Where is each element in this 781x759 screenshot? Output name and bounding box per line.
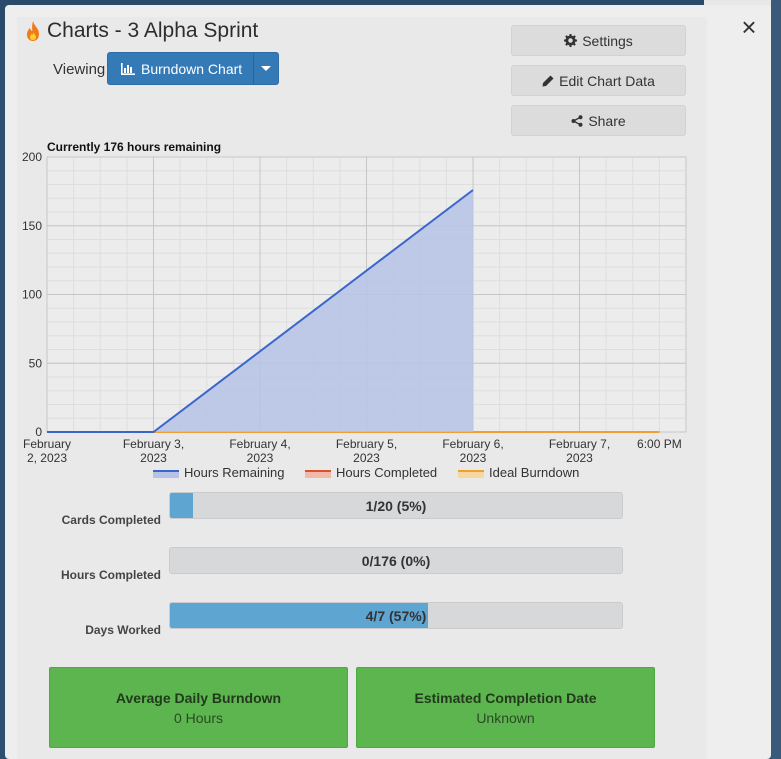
edit-chart-data-label: Edit Chart Data (559, 72, 655, 89)
share-icon (571, 114, 583, 127)
chart-title: Currently 176 hours remaining (47, 140, 221, 154)
app-backdrop-edge (771, 0, 781, 759)
stat-title: Average Daily Burndown (115, 689, 282, 706)
progress-cards-completed: 1/20 (5%) (169, 492, 623, 519)
viewing-label: Viewing (53, 61, 106, 78)
chart-type-button[interactable]: Burndown Chart (108, 53, 253, 84)
x-tick-label: 2023 (140, 451, 167, 465)
x-tick-label: 6:00 PM (637, 437, 682, 451)
edit-chart-data-button[interactable]: Edit Chart Data (511, 65, 686, 96)
chart-type-dropdown[interactable]: Burndown Chart (107, 52, 279, 85)
legend-swatch (305, 471, 331, 478)
x-tick-label: 2023 (566, 451, 593, 465)
x-tick-label: 2023 (353, 451, 380, 465)
modal-title: Charts - 3 Alpha Sprint (25, 16, 258, 46)
progress-days-worked: 4/7 (57%) (169, 602, 623, 629)
progress-text: 4/7 (57%) (365, 607, 427, 624)
x-tick-label: February (23, 437, 71, 451)
legend-label: Hours Completed (336, 465, 437, 480)
progress-hours-completed: 0/176 (0%) (169, 547, 623, 574)
bar-chart-icon (121, 62, 135, 75)
legend-swatch (458, 471, 484, 478)
stat-value: 0 Hours (173, 709, 224, 726)
modal-title-text: Charts - 3 Alpha Sprint (47, 19, 259, 42)
progress-text: 0/176 (0%) (361, 552, 431, 569)
burndown-chart: 050100150200February2, 2023February 3,20… (22, 140, 687, 480)
x-tick-label: February 7, (549, 437, 610, 451)
settings-button[interactable]: Settings (511, 25, 686, 56)
share-label: Share (588, 112, 626, 129)
metric-label-days: Days Worked (85, 623, 161, 637)
x-tick-label: 2023 (247, 451, 274, 465)
metric-label-cards: Cards Completed (61, 513, 161, 527)
x-tick-label: 2023 (460, 451, 487, 465)
legend-label: Hours Remaining (184, 465, 284, 480)
stat-estimated-completion: Estimated Completion Date Unknown (356, 667, 655, 748)
x-tick-label: February 4, (229, 437, 290, 451)
x-tick-label: 2, 2023 (27, 451, 67, 465)
settings-label: Settings (582, 32, 633, 49)
gear-icon (564, 34, 578, 47)
metric-label-hours: Hours Completed (60, 568, 161, 582)
x-tick-label: February 6, (442, 437, 503, 451)
flame-icon (27, 21, 39, 41)
y-tick-label: 50 (29, 356, 43, 370)
x-tick-label: February 3, (123, 437, 184, 451)
y-tick-label: 150 (22, 219, 42, 233)
chart-type-label: Burndown Chart (141, 60, 243, 77)
legend-label: Ideal Burndown (489, 465, 579, 480)
y-tick-label: 100 (22, 288, 42, 302)
progress-text: 1/20 (5%) (365, 497, 427, 514)
x-tick-label: February 5, (336, 437, 397, 451)
close-icon[interactable]: × (735, 14, 763, 42)
pencil-icon (542, 75, 554, 86)
stat-value: Unknown (476, 709, 535, 726)
chevron-down-icon[interactable] (253, 53, 278, 84)
stat-average-daily-burndown: Average Daily Burndown 0 Hours (49, 667, 348, 748)
legend-swatch (153, 471, 179, 478)
stat-title: Estimated Completion Date (414, 689, 597, 706)
y-tick-label: 200 (22, 150, 42, 164)
